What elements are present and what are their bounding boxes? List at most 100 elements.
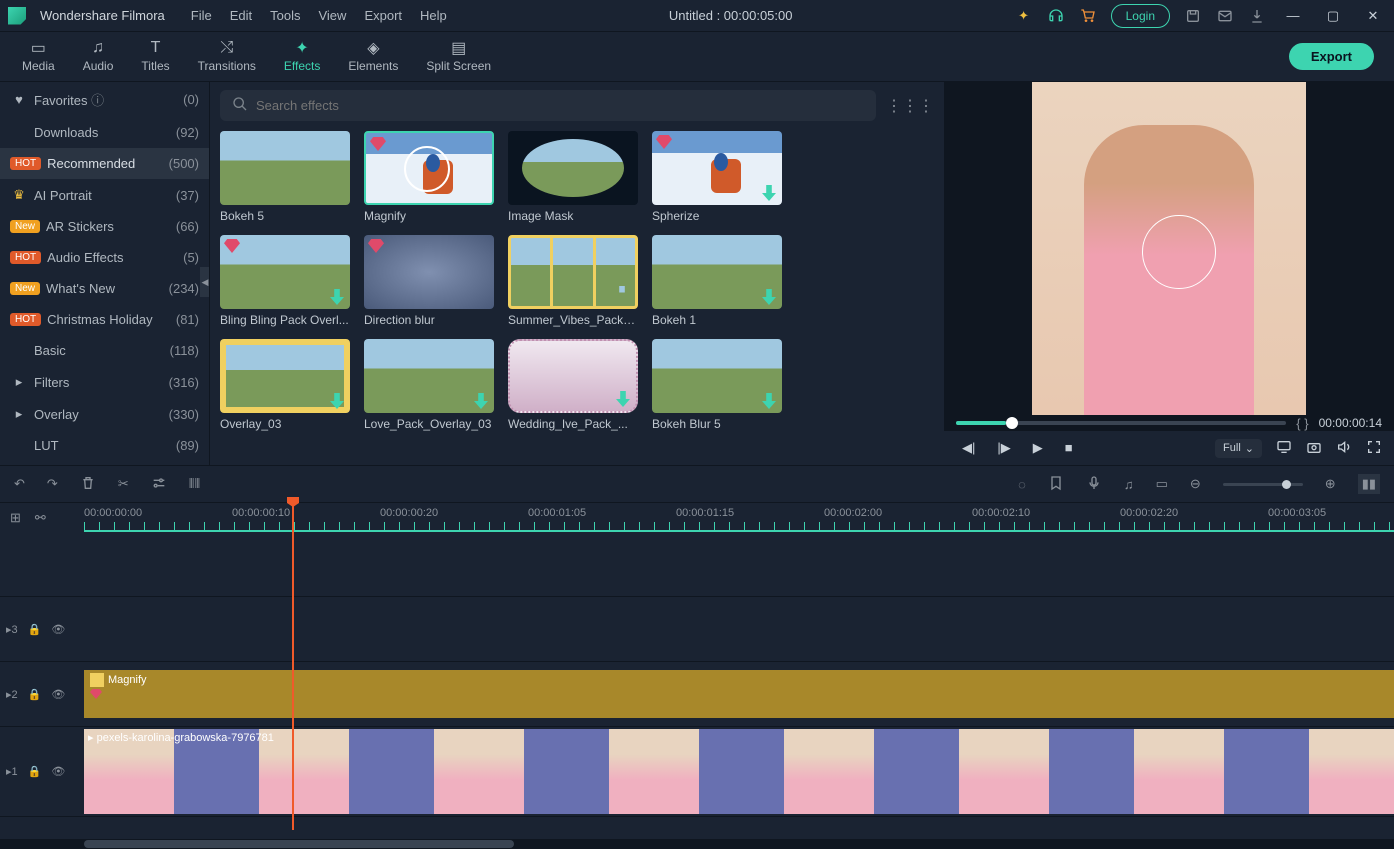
effect-item[interactable]: Summer_Vibes_Pack_... — [508, 235, 638, 327]
effect-thumbnail[interactable] — [508, 339, 638, 413]
tab-titles[interactable]: TTitles — [127, 36, 183, 77]
effect-thumbnail[interactable] — [220, 235, 350, 309]
snapshot-icon[interactable] — [1306, 439, 1322, 458]
menu-edit[interactable]: Edit — [230, 8, 252, 23]
download-arrow-icon[interactable] — [330, 289, 344, 305]
tab-audio[interactable]: ♫Audio — [69, 36, 128, 77]
eye-icon[interactable]: 👁 — [51, 688, 65, 701]
effect-thumbnail[interactable] — [364, 235, 494, 309]
crop-icon[interactable]: ▭ — [1156, 476, 1168, 492]
adjust-icon[interactable] — [151, 475, 167, 494]
menu-view[interactable]: View — [318, 8, 346, 23]
lock-icon[interactable]: 🔒 — [28, 623, 42, 636]
quality-select[interactable]: Full ⌄ — [1215, 439, 1262, 458]
grid-view-icon[interactable]: ⋮⋮⋮ — [886, 96, 934, 116]
sidebar-item-christmas-holiday[interactable]: HOTChristmas Holiday(81) — [0, 304, 209, 335]
record-icon[interactable] — [1086, 475, 1102, 494]
stop-button[interactable]: ■ — [1065, 440, 1073, 456]
effect-item[interactable]: Direction blur — [364, 235, 494, 327]
download-icon[interactable] — [1248, 7, 1266, 25]
zoom-out-button[interactable]: ⊖ — [1190, 476, 1201, 492]
info-icon[interactable]: ⓘ — [91, 93, 104, 108]
menu-tools[interactable]: Tools — [270, 8, 300, 23]
effect-item[interactable]: Image Mask — [508, 131, 638, 223]
track-video-icon[interactable]: ▸1 — [6, 765, 18, 778]
effect-thumbnail[interactable] — [652, 235, 782, 309]
marker-icon[interactable] — [1048, 475, 1064, 494]
search-input[interactable] — [256, 98, 864, 113]
zoom-slider[interactable] — [1223, 483, 1303, 486]
mail-icon[interactable] — [1216, 7, 1234, 25]
effect-item[interactable]: Bokeh Blur 5 — [652, 339, 782, 431]
timeline-scrollbar[interactable] — [0, 839, 1394, 849]
next-frame-button[interactable]: |▶ — [997, 440, 1010, 456]
export-button[interactable]: Export — [1289, 43, 1374, 70]
effect-thumbnail[interactable] — [364, 131, 494, 205]
search-box[interactable] — [220, 90, 876, 121]
tab-media[interactable]: ▭Media — [8, 36, 69, 77]
effect-item[interactable]: Magnify — [364, 131, 494, 223]
mixer-icon[interactable]: ♫ — [1124, 477, 1134, 492]
sidebar-collapse-button[interactable]: ◀ — [200, 267, 210, 297]
effect-thumbnail[interactable] — [508, 131, 638, 205]
effect-item[interactable]: Overlay_03 — [220, 339, 350, 431]
link-icon[interactable]: ⚯ — [35, 510, 46, 526]
effect-item[interactable]: Love_Pack_Overlay_03 — [364, 339, 494, 431]
close-button[interactable]: ✕ — [1360, 8, 1386, 24]
effect-item[interactable]: Spherize — [652, 131, 782, 223]
maximize-button[interactable]: ▢ — [1320, 8, 1346, 24]
lock-icon[interactable]: 🔒 — [28, 765, 42, 778]
effect-clip[interactable]: Magnify — [84, 670, 1394, 718]
eye-icon[interactable]: 👁 — [51, 623, 65, 636]
prev-frame-button[interactable]: ◀| — [962, 440, 975, 456]
sidebar-item-ai-portrait[interactable]: ♛AI Portrait(37) — [0, 179, 209, 211]
idea-icon[interactable]: ✦ — [1015, 7, 1033, 25]
redo-button[interactable]: ↷ — [47, 476, 58, 492]
download-arrow-icon[interactable] — [474, 393, 488, 409]
volume-icon[interactable] — [1336, 439, 1352, 458]
zoom-in-button[interactable]: ⊕ — [1325, 476, 1336, 492]
download-arrow-icon[interactable] — [762, 393, 776, 409]
timeline-ruler[interactable]: 00:00:00:0000:00:00:1000:00:00:2000:00:0… — [84, 503, 1394, 532]
sidebar-item-what's-new[interactable]: NewWhat's New(234) — [0, 273, 209, 304]
zoom-fit-icon[interactable]: ▮▮ — [1358, 474, 1380, 494]
display-icon[interactable] — [1276, 439, 1292, 458]
eye-icon[interactable]: 👁 — [51, 765, 65, 778]
render-icon[interactable]: ◌ — [1018, 477, 1026, 492]
sidebar-item-lut[interactable]: LUT(89) — [0, 430, 209, 461]
effect-item[interactable]: Wedding_Ive_Pack_... — [508, 339, 638, 431]
track-video-icon[interactable]: ▸2 — [6, 688, 18, 701]
effect-thumbnail[interactable] — [652, 339, 782, 413]
tab-effects[interactable]: ✦Effects — [270, 36, 334, 77]
menu-export[interactable]: Export — [364, 8, 402, 23]
effect-item[interactable]: Bokeh 5 — [220, 131, 350, 223]
sidebar-item-basic[interactable]: Basic(118) — [0, 335, 209, 366]
track-video-icon[interactable]: ▸3 — [6, 623, 18, 636]
download-arrow-icon[interactable] — [762, 289, 776, 305]
cart-icon[interactable] — [1079, 7, 1097, 25]
menu-file[interactable]: File — [191, 8, 212, 23]
split-button[interactable]: ✂ — [118, 476, 129, 492]
sidebar-item-ar-stickers[interactable]: NewAR Stickers(66) — [0, 211, 209, 242]
audio-wave-icon[interactable]: ⦀⦀ — [189, 476, 200, 492]
minimize-button[interactable]: — — [1280, 8, 1306, 23]
playhead[interactable] — [292, 503, 294, 830]
preview-video[interactable] — [1032, 82, 1306, 415]
effect-thumbnail[interactable] — [364, 339, 494, 413]
video-clip[interactable]: ▸ pexels-karolina-grabowska-7976781 — [84, 729, 1394, 814]
play-button[interactable]: ▶ — [1033, 440, 1043, 456]
sidebar-item-overlay[interactable]: ▸Overlay(330) — [0, 398, 209, 430]
support-icon[interactable] — [1047, 7, 1065, 25]
sidebar-item-recommended[interactable]: HOTRecommended(500) — [0, 148, 209, 179]
download-arrow-icon[interactable] — [616, 391, 630, 407]
add-track-icon[interactable]: ⊞ — [10, 510, 21, 526]
scrub-bar[interactable] — [956, 421, 1286, 425]
sidebar-item-audio-effects[interactable]: HOTAudio Effects(5) — [0, 242, 209, 273]
loop-icon[interactable]: { } — [1296, 416, 1308, 431]
sidebar-item-favorites[interactable]: ♥Favorites ⓘ(0) — [0, 82, 209, 117]
effect-item[interactable]: Bling Bling Pack Overl... — [220, 235, 350, 327]
effect-thumbnail[interactable] — [652, 131, 782, 205]
sidebar-item-filters[interactable]: ▸Filters(316) — [0, 366, 209, 398]
menu-help[interactable]: Help — [420, 8, 447, 23]
tab-transitions[interactable]: ⤭Transitions — [184, 36, 270, 77]
